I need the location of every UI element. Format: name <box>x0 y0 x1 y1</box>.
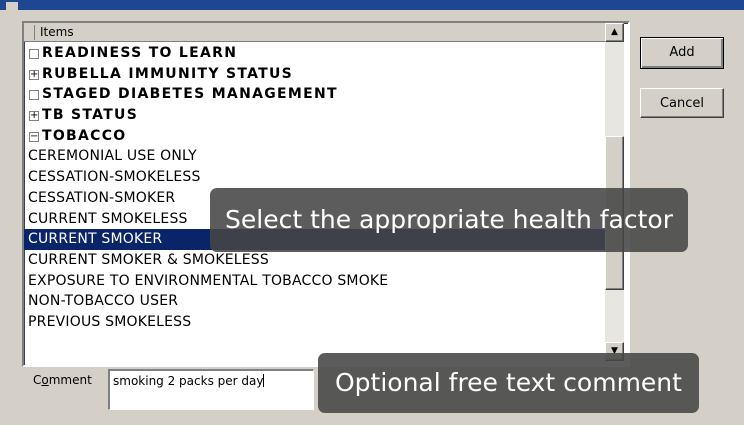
comment-label-rest: mment <box>48 373 92 387</box>
list-item[interactable]: + TB STATUS <box>24 105 605 126</box>
scroll-up-icon[interactable]: ▲ <box>605 23 624 42</box>
list-item-label: READINESS TO LEARN <box>42 45 238 61</box>
list-item-label: PREVIOUS SMOKELESS <box>28 313 192 330</box>
items-header-label: Items <box>40 25 74 39</box>
expand-icon[interactable]: + <box>29 111 39 122</box>
cancel-button[interactable]: Cancel <box>640 88 724 118</box>
collapse-icon[interactable]: − <box>29 131 39 142</box>
empty-box-icon <box>29 49 39 59</box>
list-item-label: RUBELLA IMMUNITY STATUS <box>42 65 294 82</box>
items-column-header[interactable]: Items <box>24 23 605 42</box>
comment-tooltip: Optional free text comment <box>318 353 699 413</box>
list-item[interactable]: − TOBACCO <box>24 126 605 147</box>
comment-field[interactable]: smoking 2 packs per day <box>108 369 314 410</box>
comment-label-mnemonic: o <box>41 373 49 387</box>
list-item[interactable]: CURRENT SMOKER & SMOKELESS <box>24 250 605 271</box>
list-item[interactable]: EXPOSURE TO ENVIRONMENTAL TOBACCO SMOKE <box>24 271 605 292</box>
window-titlebar <box>0 0 744 10</box>
list-item[interactable]: STAGED DIABETES MANAGEMENT <box>24 84 605 105</box>
list-item-label: CESSATION-SMOKER <box>28 189 176 206</box>
empty-box-icon <box>29 90 39 101</box>
list-item-label: TB STATUS <box>42 107 139 124</box>
list-item[interactable]: + RUBELLA IMMUNITY STATUS <box>24 64 605 85</box>
list-item[interactable]: READINESS TO LEARN <box>24 43 605 64</box>
comment-value: smoking 2 packs per day <box>113 374 264 388</box>
header-divider <box>34 25 35 40</box>
list-item-label: NON-TOBACCO USER <box>28 293 179 310</box>
list-item[interactable]: PREVIOUS SMOKELESS <box>24 312 605 333</box>
list-item[interactable]: CEREMONIAL USE ONLY <box>24 146 605 167</box>
list-item-label: CESSATION-SMOKELESS <box>28 169 201 186</box>
add-button[interactable]: Add <box>640 37 724 69</box>
list-item[interactable]: NON-TOBACCO USER <box>24 291 605 312</box>
list-item-label: STAGED DIABETES MANAGEMENT <box>42 86 338 103</box>
list-item-label: CURRENT SMOKER & SMOKELESS <box>28 251 269 268</box>
list-item-label: CURRENT SMOKELESS <box>28 210 188 227</box>
list-item-label: CEREMONIAL USE ONLY <box>28 148 197 165</box>
list-item-label: TOBACCO <box>42 127 127 144</box>
text-caret <box>263 374 265 387</box>
list-item[interactable]: CESSATION-SMOKELESS <box>24 167 605 188</box>
health-factor-tooltip: Select the appropriate health factor <box>210 188 688 252</box>
comment-label: Comment <box>33 373 92 387</box>
list-item-label: CURRENT SMOKER <box>28 231 163 248</box>
window-icon <box>6 2 18 10</box>
list-item-label: EXPOSURE TO ENVIRONMENTAL TOBACCO SMOKE <box>28 272 389 289</box>
expand-icon[interactable]: + <box>29 69 39 80</box>
